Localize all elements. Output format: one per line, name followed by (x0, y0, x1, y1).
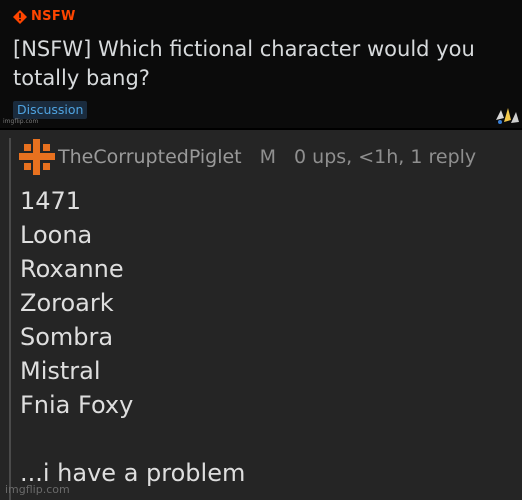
watermark-bottom: imgflip.com (5, 483, 70, 496)
comment-line: Sombra (20, 323, 114, 351)
watermark-top: imgflip.com (3, 118, 39, 125)
nsfw-label: NSFW (31, 9, 76, 24)
comment-meta: 0 ups, <1h, 1 reply (294, 146, 477, 168)
comment-header: TheCorruptedPiglet M 0 ups, <1h, 1 reply (58, 146, 476, 168)
comment-line: 1471 (20, 187, 82, 215)
comment-line: Loona (20, 221, 93, 249)
post-flair[interactable]: Discussion (13, 101, 88, 119)
post-title[interactable]: [NSFW] Which fictional character would y… (13, 35, 508, 93)
comment-thread-line[interactable] (9, 138, 11, 500)
post-thumbnail-icon (496, 108, 519, 124)
mod-flag: M (259, 146, 277, 168)
comment-line: Fnia Foxy (20, 391, 134, 419)
comment-line: Roxanne (20, 255, 124, 283)
nsfw-tag: NSFW (13, 9, 76, 24)
post-panel[interactable]: NSFW [NSFW] Which fictional character wo… (0, 0, 522, 128)
comment-body: 1471 Loona Roxanne Zoroark Sombra Mistra… (20, 184, 510, 422)
nsfw-diamond-icon (13, 9, 27, 24)
user-avatar-icon[interactable] (19, 139, 55, 175)
comment-line: Mistral (20, 357, 101, 385)
comment-panel: TheCorruptedPiglet M 0 ups, <1h, 1 reply… (0, 130, 522, 500)
comment-line: Zoroark (20, 289, 114, 317)
comment-username[interactable]: TheCorruptedPiglet (58, 146, 242, 168)
